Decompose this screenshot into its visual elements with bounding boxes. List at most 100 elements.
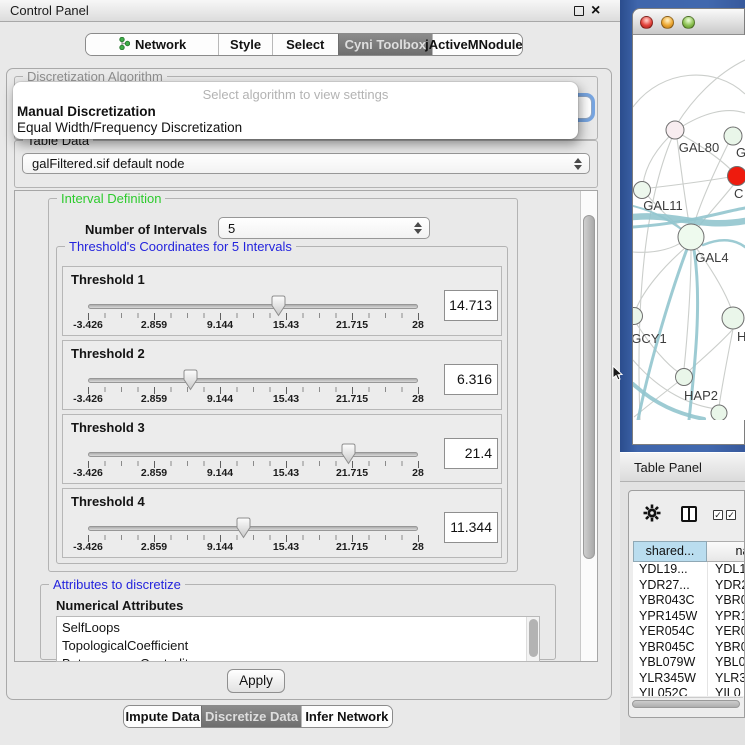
scrollbar-thumb[interactable] — [632, 700, 740, 708]
tab-infer-network[interactable]: Infer Network — [301, 706, 392, 727]
close-icon[interactable]: × — [591, 0, 600, 22]
slider-tick-label: 2.859 — [141, 467, 167, 479]
slider-tick-label: 2.859 — [141, 319, 167, 331]
settings-gear-icon[interactable] — [643, 504, 661, 522]
table-row[interactable]: YDR27...YDR2 — [633, 578, 745, 594]
zoom-traffic-light-icon[interactable] — [682, 16, 695, 29]
table-panel-titlebar: Table Panel — [620, 452, 745, 482]
close-traffic-light-icon[interactable] — [640, 16, 653, 29]
table-row[interactable]: YLR345WYLR3 — [633, 671, 745, 687]
scrollbar-thumb[interactable] — [583, 215, 595, 559]
table-row[interactable]: YPR145WYPR1 — [633, 609, 745, 625]
slider-tick-label: 28 — [412, 467, 424, 479]
network-window-titlebar[interactable] — [633, 9, 744, 35]
float-window-icon[interactable] — [574, 6, 584, 16]
top-tab-bar: NetworkStyleSelectCyni ToolboxjActiveMNo… — [85, 33, 523, 56]
table-row[interactable]: YBL079WYBL0 — [633, 655, 745, 671]
table-horizontal-scrollbar[interactable] — [631, 697, 743, 709]
threshold-value-field[interactable]: 14.713 — [444, 290, 498, 321]
cell-name: YDR2 — [707, 578, 745, 594]
cell-name: YBL0 — [707, 655, 745, 671]
table-body: YDL19...YDL1YDR27...YDR2YBR043CYBR0YPR14… — [633, 562, 745, 696]
minimize-traffic-light-icon[interactable] — [661, 16, 674, 29]
slider-tick-label: 21.715 — [336, 319, 368, 331]
threshold-slider-thumb[interactable] — [341, 443, 356, 465]
threshold-slider-thumb[interactable] — [236, 517, 251, 539]
settings-vertical-scrollbar[interactable] — [580, 191, 597, 661]
slider-tick-label: 28 — [412, 319, 424, 331]
network-node-c[interactable] — [728, 167, 745, 186]
network-node-ga[interactable] — [724, 127, 742, 145]
tab-label: jActiveMNodules — [425, 37, 523, 52]
network-node[interactable] — [711, 405, 727, 420]
attribute-list-item[interactable]: SelfLoops — [57, 619, 539, 637]
apply-button[interactable]: Apply — [227, 669, 285, 693]
network-canvas[interactable]: GAL80GACGAL11GAL4GCY1HHAP2 — [633, 35, 745, 420]
tab-jactivemnodules[interactable]: jActiveMNodules — [432, 34, 522, 55]
node-label: GCY1 — [633, 331, 667, 346]
cell-shared-name: YBR045C — [633, 640, 707, 656]
threshold-panel-3: Threshold 3 -3.4262.8599.14415.4321.7152… — [62, 414, 502, 484]
tab-style[interactable]: Style — [218, 34, 272, 55]
tab-network[interactable]: Network — [86, 34, 218, 55]
attributes-list-scrollbar[interactable] — [526, 617, 539, 661]
column-header-shared-name[interactable]: shared... — [633, 541, 707, 562]
threshold-value-field[interactable]: 6.316 — [444, 364, 498, 395]
threshold-slider-track[interactable] — [88, 378, 418, 383]
panel-title: Control Panel — [10, 3, 89, 18]
threshold-value-field[interactable]: 21.4 — [444, 438, 498, 469]
table-row[interactable]: YER054CYER0 — [633, 624, 745, 640]
dropdown-option-manual-discretization[interactable]: Manual Discretization — [17, 104, 156, 119]
cell-shared-name: YBR043C — [633, 593, 707, 609]
network-graph: GAL80GACGAL11GAL4GCY1HHAP2 — [633, 35, 745, 420]
table-row[interactable]: YDL19...YDL1 — [633, 562, 745, 578]
table-data-combobox[interactable]: galFiltered.sif default node — [22, 153, 590, 174]
network-node-hap2[interactable] — [676, 369, 693, 386]
checkbox-icon[interactable]: ✓ — [726, 510, 736, 520]
column-layout-icon[interactable] — [681, 506, 697, 522]
cell-shared-name: YDR27... — [633, 578, 707, 594]
network-node-gal11[interactable] — [634, 182, 651, 199]
network-node-gal80[interactable] — [666, 121, 684, 139]
threshold-slider-thumb[interactable] — [271, 295, 286, 317]
slider-tick-label: 15.43 — [273, 541, 299, 553]
network-node-gcy1[interactable] — [633, 308, 643, 325]
attribute-list-item[interactable]: TopologicalCoefficient — [57, 637, 539, 655]
network-node-h[interactable] — [722, 307, 744, 329]
table-row[interactable]: YBR043CYBR0 — [633, 593, 745, 609]
network-node-gal4[interactable] — [678, 224, 704, 250]
node-label: GAL4 — [695, 250, 728, 265]
dropdown-option-equal-width-frequency[interactable]: Equal Width/Frequency Discretization — [17, 120, 242, 135]
slider-tick-label: 21.715 — [336, 541, 368, 553]
node-label: GAL80 — [679, 140, 719, 155]
slider-major-ticks — [88, 313, 419, 320]
threshold-label: Threshold 4 — [71, 494, 145, 509]
slider-major-ticks — [88, 461, 419, 468]
cell-name: YDL1 — [707, 562, 745, 578]
tab-discretize-data[interactable]: Discretize Data — [201, 706, 300, 727]
slider-tick-label: 15.43 — [273, 319, 299, 331]
threshold-slider-thumb[interactable] — [183, 369, 198, 391]
threshold-value-field[interactable]: 11.344 — [444, 512, 498, 543]
table-row[interactable]: YIL052CYIL0 — [633, 686, 745, 696]
threshold-slider-track[interactable] — [88, 526, 418, 531]
slider-tick-label: 28 — [412, 541, 424, 553]
slider-tick-label: -3.426 — [73, 319, 103, 331]
slider-tick-label: 9.144 — [207, 467, 233, 479]
tab-cyni-toolbox[interactable]: Cyni Toolbox — [338, 34, 432, 55]
cell-name: YIL0 — [707, 686, 745, 696]
cell-shared-name: YER054C — [633, 624, 707, 640]
column-header-name[interactable]: na — [707, 541, 745, 562]
node-label: H — [737, 329, 745, 344]
numerical-attributes-list[interactable]: SelfLoopsTopologicalCoefficientBetweenne… — [56, 616, 540, 662]
scrollbar-thumb[interactable] — [529, 619, 538, 657]
dropdown-placeholder-option[interactable]: Select algorithm to view settings — [13, 87, 578, 102]
tab-impute-data[interactable]: Impute Data — [124, 706, 201, 727]
attribute-list-item[interactable]: BetweennessCentrality — [57, 655, 539, 662]
threshold-slider-track[interactable] — [88, 304, 418, 309]
threshold-slider-track[interactable] — [88, 452, 418, 457]
table-row[interactable]: YBR045CYBR0 — [633, 640, 745, 656]
number-of-intervals-combobox[interactable]: 5 — [218, 217, 430, 239]
tab-select[interactable]: Select — [272, 34, 338, 55]
checkbox-icon[interactable]: ✓ — [713, 510, 723, 520]
